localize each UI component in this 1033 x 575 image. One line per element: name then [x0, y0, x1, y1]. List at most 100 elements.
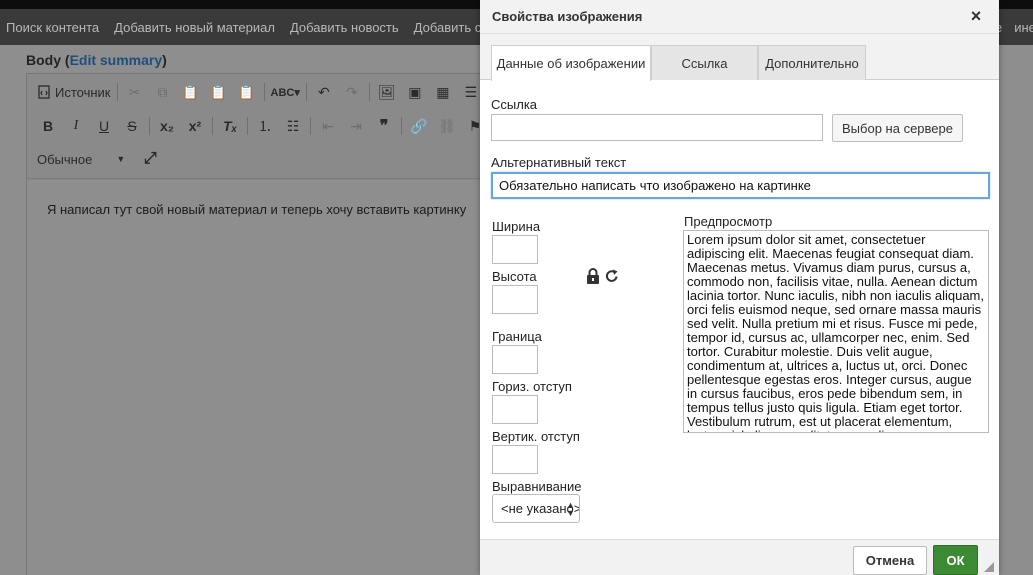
- underline-button[interactable]: U: [93, 115, 115, 137]
- dialog-footer: Отмена ОК: [480, 539, 999, 575]
- tab-advanced[interactable]: Дополнительно: [758, 45, 866, 80]
- outdent-button[interactable]: ⇤: [317, 115, 339, 137]
- toolbar-row-3: Обычное ▼ ⤢: [37, 147, 167, 171]
- toolbar-separator: [149, 117, 150, 135]
- source-button[interactable]: Источник: [37, 81, 111, 103]
- bold-button[interactable]: B: [37, 115, 59, 137]
- vspace-label: Вертик. отступ: [492, 429, 580, 444]
- maximize-button[interactable]: ⤢: [139, 148, 161, 170]
- image-button[interactable]: 🖼: [376, 81, 398, 103]
- dialog-tabs: Данные об изображении Ссылка Дополнитель…: [480, 34, 999, 81]
- redo-button[interactable]: ↷: [341, 81, 363, 103]
- image-icon: 🖼: [377, 83, 396, 100]
- ok-button[interactable]: ОК: [933, 545, 978, 575]
- toolbar-separator: [263, 83, 265, 101]
- close-icon[interactable]: ×: [967, 6, 985, 26]
- link-icon: 🔗: [410, 117, 428, 134]
- spellcheck-icon: ABC▾: [270, 86, 300, 99]
- cut-button[interactable]: ✂: [124, 81, 146, 103]
- paste-word-button[interactable]: 📋: [236, 81, 258, 103]
- cut-icon: ✂: [128, 83, 141, 100]
- align-label: Выравнивание: [492, 479, 582, 494]
- strike-button[interactable]: S: [121, 115, 143, 137]
- undo-button[interactable]: ↶: [313, 81, 335, 103]
- preview-label: Предпросмотр: [684, 214, 773, 229]
- bulleted-list-button[interactable]: ☷: [282, 115, 304, 137]
- remove-format-button[interactable]: Tₓ: [219, 115, 241, 137]
- italic-button[interactable]: I: [65, 115, 87, 137]
- horizontal-rule-icon: ☰: [464, 83, 478, 100]
- remove-format-icon: Tₓ: [222, 118, 238, 134]
- resize-handle-icon[interactable]: [984, 562, 994, 572]
- underline-icon: U: [98, 118, 110, 134]
- toolbar-separator: [310, 117, 311, 135]
- dialog-header: Свойства изображения ×: [480, 0, 999, 34]
- alt-text-input[interactable]: [491, 172, 990, 199]
- url-input[interactable]: [491, 114, 823, 141]
- admin-navbar-right: е ине: [995, 9, 1033, 45]
- browse-server-button[interactable]: Выбор на сервере: [832, 114, 963, 142]
- format-dropdown[interactable]: Обычное ▼: [37, 148, 125, 170]
- toolbar-separator: [368, 83, 370, 101]
- media-button[interactable]: ▣: [404, 81, 426, 103]
- toolbar-separator: [305, 83, 307, 101]
- blockquote-icon: ❞: [379, 118, 389, 135]
- nav-item-right-2[interactable]: ине: [1014, 20, 1033, 35]
- vspace-input[interactable]: [492, 445, 538, 474]
- url-label: Ссылка: [491, 97, 538, 112]
- preview-text: Lorem ipsum dolor sit amet, consectetuer…: [687, 232, 984, 433]
- unlink-button[interactable]: ⛓: [436, 115, 458, 137]
- source-button-label: Источник: [55, 84, 111, 100]
- tab-image-info[interactable]: Данные об изображении: [491, 45, 651, 81]
- bold-icon: B: [42, 118, 54, 134]
- indent-button[interactable]: ⇥: [345, 115, 367, 137]
- source-icon: [38, 85, 50, 99]
- subscript-button[interactable]: x₂: [156, 115, 178, 137]
- subscript-icon: x₂: [159, 118, 174, 134]
- nav-item-content-search[interactable]: Поиск контента: [6, 20, 99, 35]
- horizontal-rule-button[interactable]: ☰: [460, 81, 482, 103]
- table-button[interactable]: ▦: [432, 81, 454, 103]
- paste-button[interactable]: 📋: [180, 81, 202, 103]
- width-input[interactable]: [492, 235, 538, 264]
- link-button[interactable]: 🔗: [408, 115, 430, 137]
- cancel-button[interactable]: Отмена: [853, 546, 927, 575]
- blockquote-button[interactable]: ❞: [373, 115, 395, 137]
- toolbar-separator: [401, 117, 402, 135]
- lock-ratio-icon[interactable]: [586, 268, 600, 284]
- border-input[interactable]: [492, 345, 538, 374]
- superscript-icon: x²: [188, 118, 202, 134]
- height-input[interactable]: [492, 285, 538, 314]
- hspace-input[interactable]: [492, 395, 538, 424]
- paste-text-button[interactable]: 📋: [208, 81, 230, 103]
- body-field-label: Body (Edit summary): [26, 52, 167, 68]
- nav-item-add-material[interactable]: Добавить новый материал: [114, 20, 275, 35]
- numbered-list-button[interactable]: ⒈: [254, 115, 276, 137]
- tab-link[interactable]: Ссылка: [651, 45, 758, 80]
- preview-box[interactable]: Lorem ipsum dolor sit amet, consectetuer…: [683, 230, 989, 433]
- edit-summary-link[interactable]: Edit summary: [70, 52, 163, 68]
- paste-text-icon: 📋: [209, 83, 228, 100]
- outdent-icon: ⇤: [322, 117, 334, 134]
- undo-icon: ↶: [317, 83, 330, 100]
- align-select[interactable]: <не указано> ▲ ▼: [492, 494, 580, 523]
- select-arrows-icon: ▲ ▼: [566, 500, 575, 518]
- indent-icon: ⇥: [350, 117, 362, 134]
- media-icon: ▣: [408, 83, 422, 100]
- toolbar-separator: [116, 83, 118, 101]
- toolbar-separator: [212, 117, 213, 135]
- strike-icon: S: [127, 118, 137, 134]
- dialog-title: Свойства изображения: [492, 9, 643, 24]
- nav-item-add-news[interactable]: Добавить новость: [290, 20, 399, 35]
- superscript-button[interactable]: x²: [184, 115, 206, 137]
- toolbar-separator: [247, 117, 248, 135]
- reset-size-icon[interactable]: [605, 268, 619, 284]
- body-label-text: Body: [26, 52, 61, 68]
- copy-icon: ⧉: [157, 83, 168, 100]
- hspace-label: Гориз. отступ: [492, 379, 572, 394]
- spellcheck-button[interactable]: ABC▾: [271, 81, 300, 103]
- bulleted-list-icon: ☷: [286, 117, 300, 134]
- maximize-icon: ⤢: [143, 150, 157, 167]
- copy-button[interactable]: ⧉: [152, 81, 174, 103]
- paste-word-icon: 📋: [237, 83, 256, 100]
